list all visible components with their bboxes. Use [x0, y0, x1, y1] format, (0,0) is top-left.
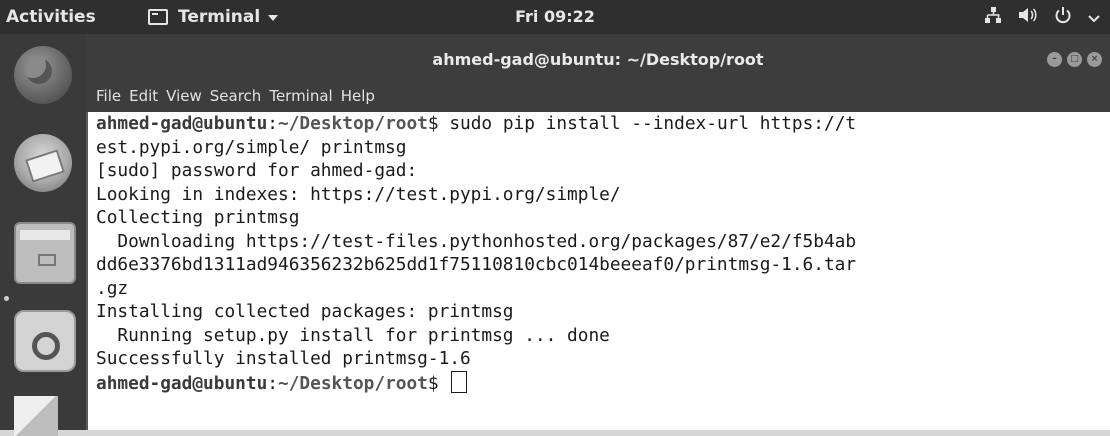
terminal-window: ahmed-gad@ubuntu: ~/Desktop/root – □ × F…	[86, 34, 1110, 430]
terminal-cursor	[451, 370, 468, 393]
output-line: Running setup.py install for printmsg ..…	[96, 324, 610, 346]
chevron-down-icon	[268, 15, 279, 21]
prompt-symbol: $	[427, 372, 439, 394]
minimize-button[interactable]: –	[1047, 52, 1062, 67]
menu-edit[interactable]: Edit	[129, 87, 158, 105]
output-line: Looking in indexes: https://test.pypi.or…	[96, 183, 621, 205]
software-icon[interactable]	[14, 310, 76, 372]
running-indicator	[4, 296, 9, 301]
mail-icon[interactable]	[14, 134, 72, 192]
output-line: Collecting printmsg	[96, 207, 300, 228]
output-line: Installing collected packages: printmsg	[96, 301, 514, 322]
system-tray[interactable]	[984, 0, 1100, 34]
files-icon[interactable]	[14, 222, 76, 284]
menu-file[interactable]: File	[96, 87, 121, 105]
terminal-icon	[148, 9, 168, 25]
dock	[0, 34, 86, 436]
volume-icon[interactable]	[1018, 7, 1038, 27]
menu-search[interactable]: Search	[210, 87, 262, 105]
output-line: dd6e3376bd1311ad946356232b625dd1f7511081…	[96, 254, 857, 275]
window-controls: – □ ×	[1047, 52, 1102, 67]
help-icon[interactable]	[14, 396, 58, 436]
chevron-down-icon[interactable]	[1088, 8, 1100, 27]
menu-bar: File Edit View Search Terminal Help	[86, 80, 1110, 112]
firefox-icon[interactable]	[14, 46, 72, 104]
command-input[interactable]	[439, 373, 450, 394]
output-line: est.pypi.org/simple/ printmsg	[96, 136, 407, 158]
close-button[interactable]: ×	[1087, 52, 1102, 67]
output-line: .gz	[96, 277, 129, 299]
title-bar[interactable]: ahmed-gad@ubuntu: ~/Desktop/root – □ ×	[86, 34, 1110, 80]
prompt-path: ~/Desktop/root	[278, 372, 428, 394]
prompt-user: ahmed-gad@ubuntu	[96, 372, 268, 394]
prompt-user: ahmed-gad@ubuntu	[96, 113, 268, 134]
menu-terminal[interactable]: Terminal	[269, 87, 332, 105]
menu-help[interactable]: Help	[341, 87, 375, 105]
prompt-path: ~/Desktop/root	[278, 113, 428, 134]
terminal-text: ahmed-gad@ubuntu:~/Desktop/root$ sudo pi…	[88, 112, 1110, 395]
app-menu[interactable]: Terminal	[148, 0, 279, 34]
output-line: Successfully installed printmsg-1.6	[96, 348, 471, 369]
power-icon[interactable]	[1054, 6, 1072, 28]
prompt-separator: :	[267, 372, 279, 394]
activities-button[interactable]: Activities	[6, 0, 96, 34]
app-menu-label: Terminal	[178, 7, 261, 27]
prompt-symbol: $	[427, 113, 439, 134]
window-title: ahmed-gad@ubuntu: ~/Desktop/root	[432, 50, 764, 69]
prompt-separator: :	[267, 113, 279, 134]
maximize-button[interactable]: □	[1067, 52, 1082, 67]
terminal-output[interactable]: ahmed-gad@ubuntu:~/Desktop/root$ sudo pi…	[86, 112, 1110, 430]
output-line: Downloading https://test-files.pythonhos…	[96, 230, 857, 252]
network-icon[interactable]	[984, 7, 1002, 27]
top-bar: Activities Terminal Fri 09:22	[0, 0, 1110, 34]
command-line: sudo pip install --index-url https://t	[438, 113, 857, 134]
menu-view[interactable]: View	[166, 87, 202, 105]
output-line: [sudo] password for ahmed-gad:	[96, 160, 418, 181]
